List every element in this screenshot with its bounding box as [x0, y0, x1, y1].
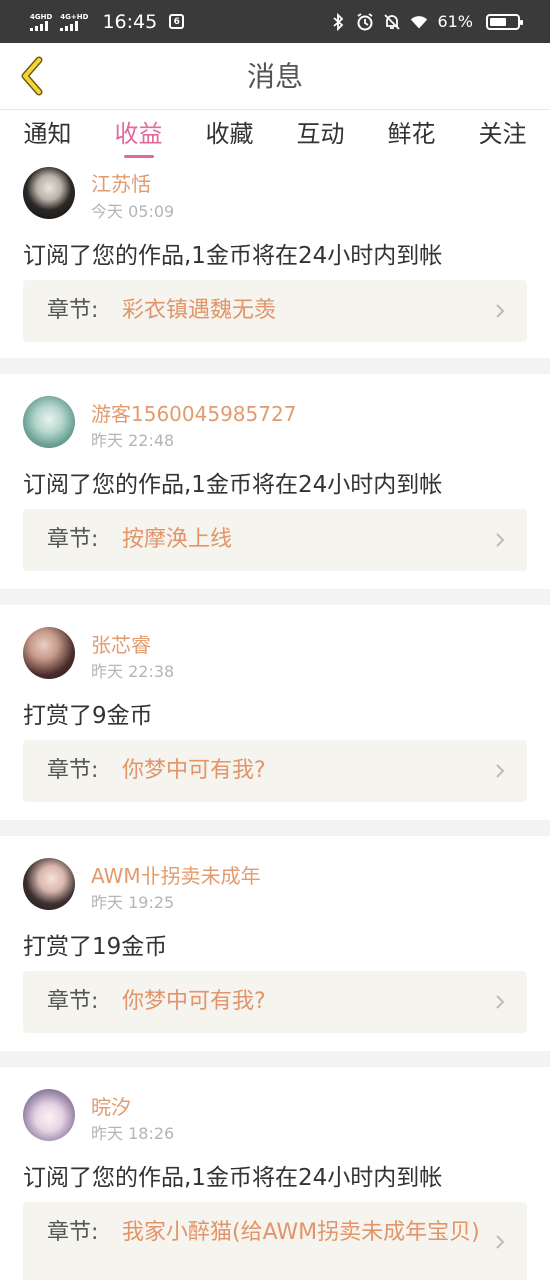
- message-feed: 江苏恬 今天 05:09 订阅了您的作品,1金币将在24小时内到帐 章节: 彩衣…: [0, 160, 550, 1280]
- tab-notifications[interactable]: 通知: [0, 110, 95, 160]
- avatar[interactable]: [23, 167, 75, 219]
- chevron-right-icon: [496, 995, 505, 1009]
- signal-bars-icon: [60, 20, 79, 31]
- username[interactable]: 游客1560045985727: [91, 398, 296, 427]
- username[interactable]: AWM卝拐卖未成年: [91, 860, 261, 889]
- chapter-label: 章节:: [47, 527, 99, 552]
- battery-fill: [490, 17, 506, 26]
- username[interactable]: 晥汐: [91, 1091, 131, 1120]
- network-label-1: 4GHD: [30, 12, 53, 21]
- battery-icon: [486, 13, 523, 30]
- timestamp: 今天 05:09: [91, 202, 175, 221]
- message-text: 打赏了19金币: [23, 934, 168, 960]
- tab-label: 关注: [478, 120, 527, 148]
- divider: [0, 820, 550, 836]
- message-item: 江苏恬 今天 05:09 订阅了您的作品,1金币将在24小时内到帐 章节: 彩衣…: [0, 160, 550, 358]
- tab-label: 收藏: [205, 120, 254, 148]
- message-text: 订阅了您的作品,1金币将在24小时内到帐: [23, 472, 443, 498]
- chapter-title: 我家小醉猫(给AWM拐卖未成年宝贝): [122, 1220, 480, 1245]
- status-left: 4GHD 4G+HD 16:45 6: [30, 0, 185, 43]
- avatar[interactable]: [23, 396, 75, 448]
- clock: 16:45: [102, 10, 158, 33]
- message-item: 游客1560045985727 昨天 22:48 订阅了您的作品,1金币将在24…: [0, 374, 550, 589]
- tab-earnings[interactable]: 收益: [91, 110, 186, 160]
- mute-bell-icon: [383, 13, 401, 31]
- chevron-right-icon: [496, 304, 505, 318]
- tab-interactions[interactable]: 互动: [273, 110, 368, 160]
- username[interactable]: 张芯睿: [91, 629, 151, 658]
- tab-bar: 通知 收益 收藏 互动 鲜花 关注: [0, 110, 550, 160]
- tab-label: 收益: [114, 120, 163, 148]
- sim-card-icon: 6: [169, 14, 185, 29]
- message-item: 张芯睿 昨天 22:38 打赏了9金币 章节: 你梦中可有我?: [0, 605, 550, 820]
- avatar[interactable]: [23, 1089, 75, 1141]
- timestamp: 昨天 18:26: [91, 1124, 175, 1143]
- tab-flowers[interactable]: 鲜花: [364, 110, 459, 160]
- battery-percent: 61%: [437, 12, 473, 31]
- divider: [0, 1051, 550, 1067]
- chapter-link[interactable]: 章节: 你梦中可有我?: [23, 740, 527, 802]
- chapter-link[interactable]: 章节: 我家小醉猫(给AWM拐卖未成年宝贝): [23, 1202, 527, 1280]
- username[interactable]: 江苏恬: [91, 168, 151, 197]
- chevron-right-icon: [496, 1235, 505, 1249]
- page-title: 消息: [246, 60, 303, 93]
- message-text: 打赏了9金币: [23, 703, 153, 729]
- network-label-2: 4G+HD: [60, 12, 89, 21]
- chapter-label: 章节:: [47, 989, 99, 1014]
- divider: [0, 589, 550, 605]
- wifi-icon: [410, 13, 428, 31]
- timestamp: 昨天 22:48: [91, 431, 175, 450]
- divider: [0, 358, 550, 374]
- chapter-link[interactable]: 章节: 按摩涣上线: [23, 509, 527, 571]
- avatar[interactable]: [23, 627, 75, 679]
- app-header: 消息: [0, 43, 550, 110]
- back-button[interactable]: [10, 53, 54, 99]
- message-item: 晥汐 昨天 18:26 订阅了您的作品,1金币将在24小时内到帐 章节: 我家小…: [0, 1067, 550, 1280]
- tab-favorites[interactable]: 收藏: [182, 110, 277, 160]
- timestamp: 昨天 22:38: [91, 662, 175, 681]
- chevron-left-icon: [21, 56, 43, 96]
- avatar[interactable]: [23, 858, 75, 910]
- tab-label: 鲜花: [387, 120, 436, 148]
- status-right: 61%: [329, 0, 523, 43]
- timestamp: 昨天 19:25: [91, 893, 175, 912]
- alarm-icon: [356, 12, 374, 31]
- chapter-label: 章节:: [47, 298, 99, 323]
- chapter-title: 你梦中可有我?: [122, 989, 266, 1014]
- chevron-right-icon: [496, 764, 505, 778]
- chapter-link[interactable]: 章节: 你梦中可有我?: [23, 971, 527, 1033]
- status-bar: 4GHD 4G+HD 16:45 6 61%: [0, 0, 550, 43]
- tab-label: 通知: [23, 120, 72, 148]
- chapter-link[interactable]: 章节: 彩衣镇遇魏无羡: [23, 280, 527, 342]
- chapter-title: 按摩涣上线: [122, 527, 233, 552]
- active-tab-indicator: [123, 155, 154, 158]
- bluetooth-icon: [329, 12, 347, 31]
- message-item: AWM卝拐卖未成年 昨天 19:25 打赏了19金币 章节: 你梦中可有我?: [0, 836, 550, 1051]
- signal-1: 4GHD: [30, 13, 52, 31]
- chapter-title: 你梦中可有我?: [122, 758, 266, 783]
- tab-label: 互动: [296, 120, 345, 148]
- message-text: 订阅了您的作品,1金币将在24小时内到帐: [23, 243, 443, 269]
- chapter-label: 章节:: [47, 1220, 99, 1245]
- message-text: 订阅了您的作品,1金币将在24小时内到帐: [23, 1165, 443, 1191]
- signal-bars-icon: [30, 20, 48, 31]
- chapter-label: 章节:: [47, 758, 99, 783]
- signal-2: 4G+HD: [60, 13, 88, 31]
- tab-following[interactable]: 关注: [455, 110, 550, 160]
- chevron-right-icon: [496, 533, 505, 547]
- chapter-title: 彩衣镇遇魏无羡: [122, 298, 277, 323]
